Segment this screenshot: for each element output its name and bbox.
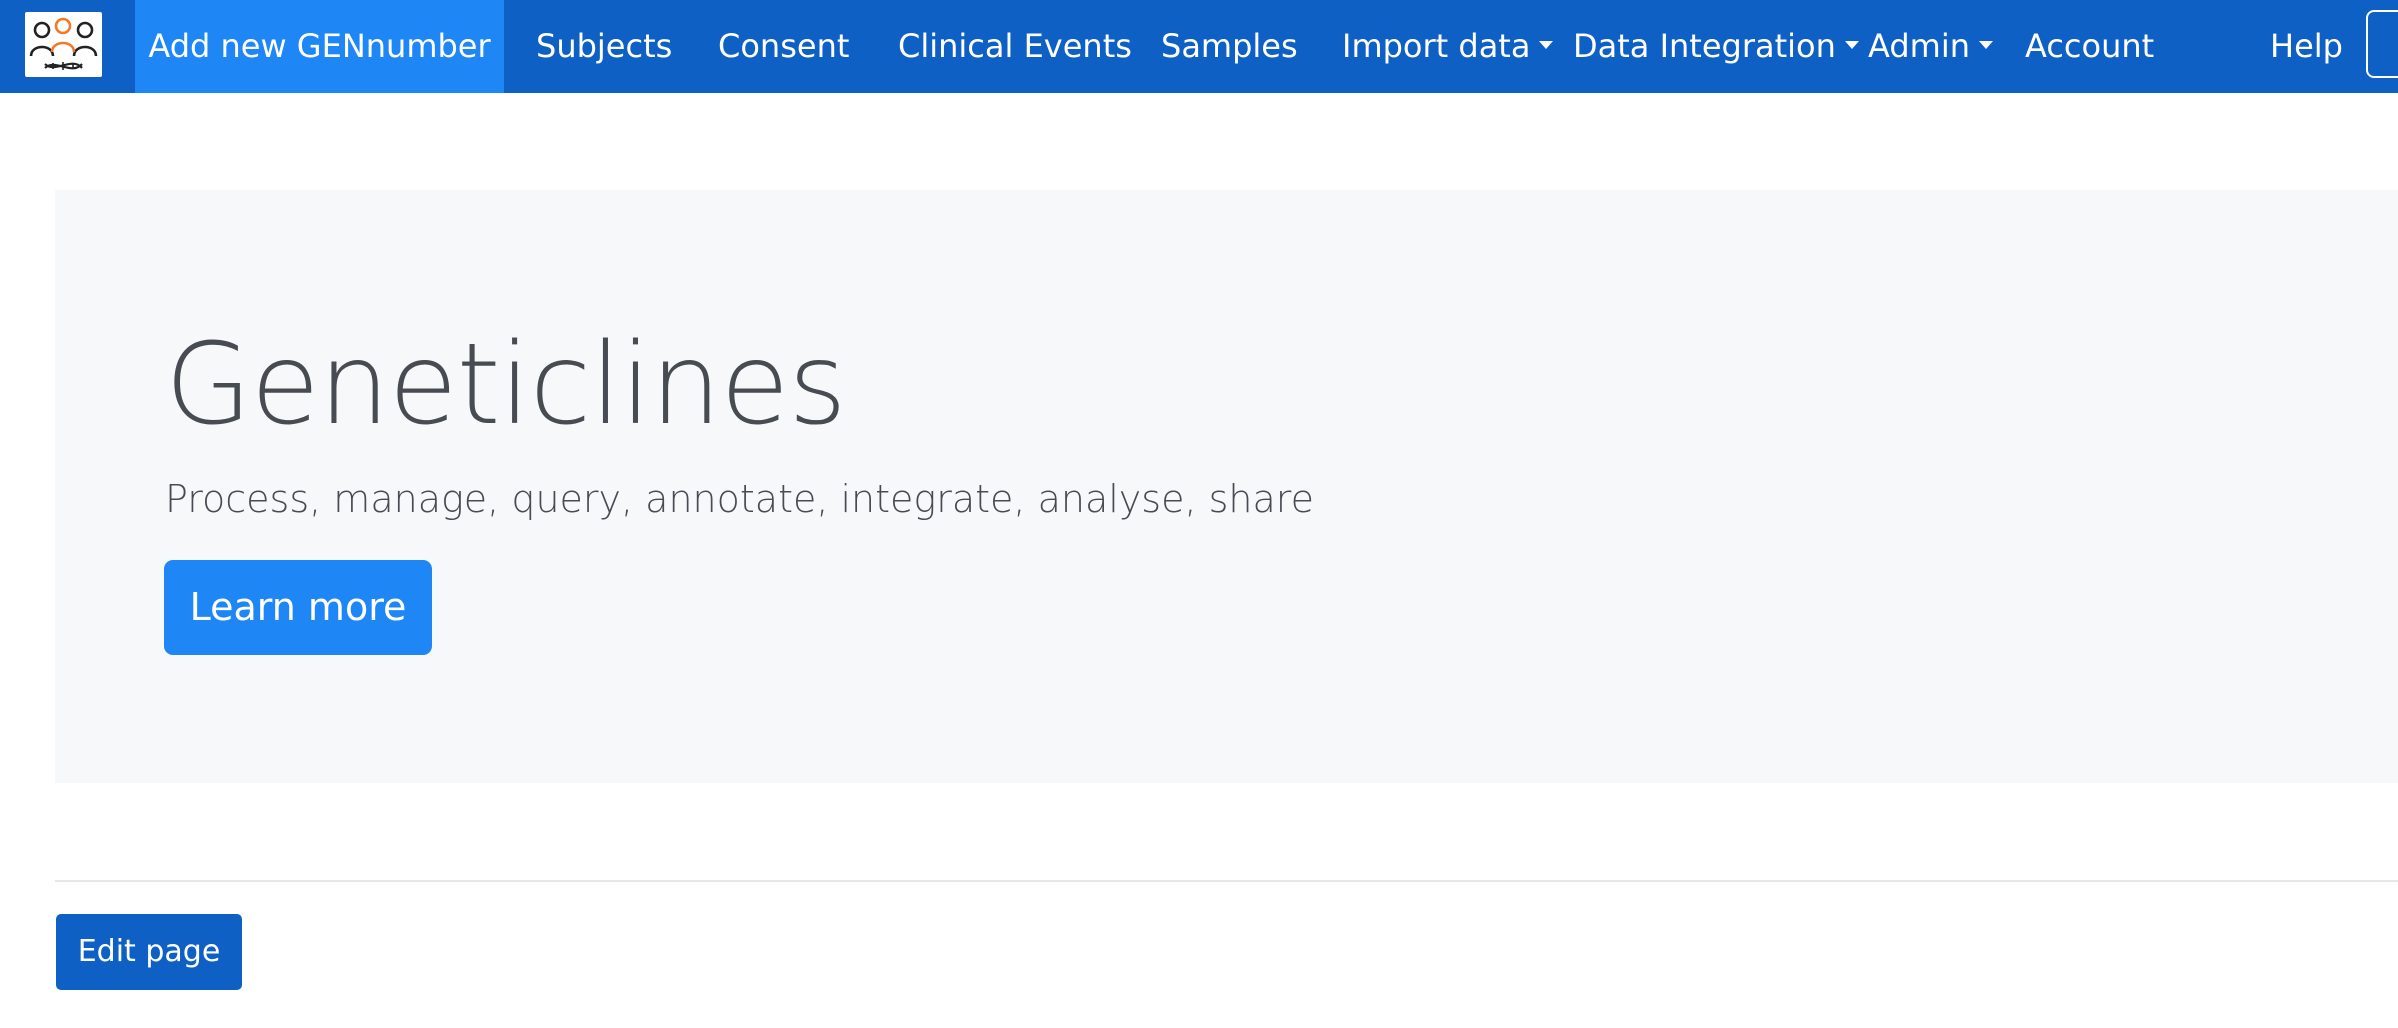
nav-consent[interactable]: Consent — [718, 0, 849, 93]
nav-clinical-events[interactable]: Clinical Events — [898, 0, 1132, 93]
page-title: Geneticlines — [165, 320, 847, 450]
nav-data-integration-label: Data Integration — [1573, 27, 1836, 65]
hero-lead-text: Process, manage, query, annotate, integr… — [165, 477, 1314, 521]
top-navbar: Add new GENnumber Subjects Consent Clini… — [0, 0, 2398, 93]
hero-jumbotron: Geneticlines Process, manage, query, ann… — [55, 190, 2398, 783]
navbar-outline-button[interactable] — [2366, 10, 2398, 78]
nav-admin-label: Admin — [1868, 27, 1970, 65]
brand-logo-link[interactable] — [25, 12, 102, 77]
nav-help[interactable]: Help — [2270, 0, 2343, 93]
nav-samples[interactable]: Samples — [1161, 0, 1298, 93]
caret-down-icon — [1978, 41, 1993, 49]
nav-import-data-label: Import data — [1342, 27, 1531, 65]
caret-down-icon — [1539, 41, 1554, 49]
geneticlines-logo-icon — [29, 17, 98, 70]
nav-add-new-gennumber[interactable]: Add new GENnumber — [135, 0, 504, 93]
nav-admin-dropdown[interactable]: Admin — [1868, 0, 1993, 93]
caret-down-icon — [1844, 41, 1859, 49]
learn-more-button[interactable]: Learn more — [164, 560, 432, 655]
edit-page-button[interactable]: Edit page — [56, 914, 242, 990]
nav-account[interactable]: Account — [2025, 0, 2154, 93]
nav-data-integration-dropdown[interactable]: Data Integration — [1573, 0, 1859, 93]
nav-import-data-dropdown[interactable]: Import data — [1342, 0, 1554, 93]
content-divider — [55, 880, 2398, 882]
nav-subjects[interactable]: Subjects — [536, 0, 672, 93]
